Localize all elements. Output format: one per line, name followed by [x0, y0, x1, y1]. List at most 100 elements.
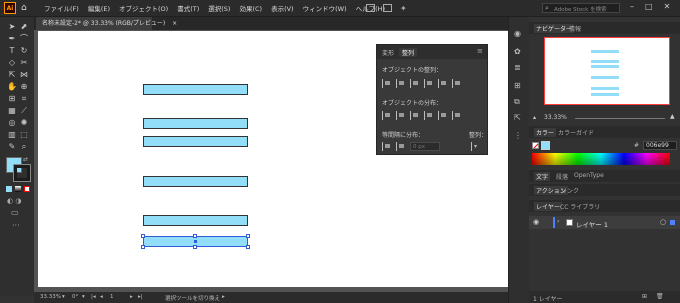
prev-artboard-icon[interactable]: ◂	[100, 294, 103, 300]
selection-arrow-icon[interactable]: ➤	[7, 22, 17, 32]
rotate-icon[interactable]: ↻	[19, 46, 29, 56]
blend-icon[interactable]: ◎	[7, 118, 17, 128]
draw-mode-icon[interactable]: ◐ ◑	[7, 197, 21, 205]
first-artboard-icon[interactable]: |◂	[91, 294, 96, 300]
close-tab-icon[interactable]: ×	[172, 20, 177, 27]
tab-paragraph[interactable]: 段落	[556, 172, 568, 181]
maximize-icon[interactable]: □	[645, 2, 653, 11]
symbol-sprayer-icon[interactable]: ✺	[19, 118, 29, 128]
libraries-icon[interactable]: ✿	[514, 47, 521, 56]
tab-opentype[interactable]: OpenType	[574, 172, 604, 179]
align-to-dropdown-icon[interactable]: ▾	[471, 142, 486, 151]
distribute-top-icon[interactable]	[382, 111, 391, 120]
pen-icon[interactable]: ✒	[7, 34, 17, 44]
transform-icon[interactable]: ⋮	[514, 131, 522, 140]
distribute-vcenter-icon[interactable]	[396, 111, 405, 120]
zoom-slider[interactable]	[575, 118, 665, 119]
menu-effect[interactable]: 効果(C)	[239, 3, 262, 13]
spacing-input[interactable]: 0 px	[410, 142, 440, 151]
zoom-level[interactable]: 33.33%	[40, 294, 61, 300]
shape-builder-icon[interactable]: ⊕	[19, 82, 29, 92]
export-icon[interactable]: ⇱	[514, 113, 521, 122]
layer-name[interactable]: レイヤー 1	[576, 219, 608, 229]
rectangle-1[interactable]	[143, 84, 248, 95]
delete-layer-icon[interactable]: 🗑	[656, 293, 664, 300]
stock-search-input[interactable]: ⌕ Adobe Stock を検索	[542, 3, 620, 13]
properties-icon[interactable]: ◉	[514, 29, 521, 38]
brushes-icon[interactable]: ⧉	[514, 97, 520, 107]
visibility-eye-icon[interactable]: ◉	[533, 218, 539, 226]
column-graph-icon[interactable]: ▥	[7, 130, 17, 140]
selection-handle[interactable]	[246, 234, 250, 238]
layer-target-icon[interactable]: ○	[660, 218, 666, 226]
menu-select[interactable]: 選択(S)	[208, 3, 230, 13]
distribute-right-icon[interactable]	[452, 111, 461, 120]
curvature-icon[interactable]: ⌒	[19, 34, 29, 44]
selection-handle[interactable]	[193, 234, 197, 238]
menu-window[interactable]: ウィンドウ(W)	[303, 3, 347, 13]
align-vcenter-icon[interactable]	[438, 79, 447, 88]
close-window-icon[interactable]: ✕	[664, 2, 671, 11]
swap-fill-stroke-icon[interactable]: ⇄	[23, 156, 28, 163]
distribute-left-icon[interactable]	[424, 111, 433, 120]
gpu-rocket-icon[interactable]: ✦	[400, 4, 407, 13]
selection-handle[interactable]	[141, 245, 145, 249]
tab-cc-libraries[interactable]: CC ライブラリ	[560, 202, 600, 211]
selection-handle[interactable]	[193, 245, 197, 249]
home-icon[interactable]: ⌂	[21, 3, 31, 13]
rotation-angle[interactable]: 0°	[72, 294, 78, 300]
align-top-icon[interactable]	[424, 79, 433, 88]
edit-toolbar-icon[interactable]: ···	[12, 221, 20, 230]
layer-row[interactable]: ◉ › レイヤー 1 ○	[529, 216, 680, 229]
zoom-icon[interactable]: ⌕	[19, 142, 29, 152]
direct-selection-icon[interactable]: ⬈	[19, 22, 29, 32]
color-spectrum[interactable]	[532, 153, 670, 165]
none-swatch-icon[interactable]	[532, 142, 539, 149]
menu-file[interactable]: ファイル(F)	[44, 3, 79, 13]
new-layer-icon[interactable]: ⊞	[642, 293, 647, 300]
zoom-out-icon[interactable]: ▴	[533, 114, 536, 121]
distribute-bottom-icon[interactable]	[410, 111, 419, 120]
align-hcenter-icon[interactable]	[396, 79, 405, 88]
zoom-dropdown-icon[interactable]: ▾	[62, 294, 65, 300]
menu-view[interactable]: 表示(V)	[271, 3, 294, 13]
tab-color[interactable]: カラー	[534, 128, 557, 137]
minimize-icon[interactable]: –	[630, 2, 634, 11]
tab-info[interactable]: 情報	[569, 24, 581, 33]
tab-transform[interactable]: 変形	[382, 48, 394, 57]
warp-icon[interactable]: ✋	[7, 82, 17, 92]
swatches-icon[interactable]: ⊞	[514, 81, 521, 90]
gradient-icon[interactable]: ▦	[7, 106, 17, 116]
scissors-icon[interactable]: ✂	[19, 58, 29, 68]
artboard-number[interactable]: 1	[110, 294, 114, 300]
stroke-swatch[interactable]	[13, 164, 31, 182]
tab-navigator[interactable]: ナビゲーター	[534, 24, 575, 33]
mesh-icon[interactable]: ⌗	[19, 94, 29, 104]
distribute-hcenter-icon[interactable]	[438, 111, 447, 120]
layers-strip-icon[interactable]: ≣	[514, 63, 521, 72]
eraser-icon[interactable]: ◇	[7, 58, 17, 68]
zoom-in-icon[interactable]: ▲	[670, 113, 675, 120]
menu-type[interactable]: 書式(T)	[177, 3, 199, 13]
workspace-switcher-icon[interactable]	[366, 4, 375, 12]
perspective-icon[interactable]: ⊞	[7, 94, 17, 104]
tab-character[interactable]: 文字	[534, 172, 551, 181]
tab-layers[interactable]: レイヤー	[534, 202, 562, 211]
artboard-icon[interactable]: ⬚	[19, 130, 29, 140]
next-artboard-icon[interactable]: ▸	[130, 294, 133, 300]
align-right-icon[interactable]	[410, 79, 419, 88]
slice-icon[interactable]: ✎	[7, 142, 17, 152]
eyedropper-icon[interactable]: ⟋	[19, 106, 29, 116]
fill-color-swatch[interactable]	[541, 141, 550, 150]
tab-align[interactable]: 整列	[399, 48, 418, 57]
rectangle-4[interactable]	[143, 176, 248, 187]
rotation-dropdown-icon[interactable]: ▾	[82, 294, 85, 300]
type-icon[interactable]: T	[7, 46, 17, 56]
rectangle-2[interactable]	[143, 118, 248, 129]
selection-handle[interactable]	[246, 245, 250, 249]
scale-icon[interactable]: ⇱	[7, 70, 17, 80]
document-tab[interactable]: 名称未設定-2* @ 33.33% (RGB/プレビュー) ×	[36, 17, 177, 30]
last-artboard-icon[interactable]: ▸|	[138, 294, 143, 300]
menu-edit[interactable]: 編集(E)	[88, 3, 110, 13]
menu-object[interactable]: オブジェクト(O)	[119, 3, 168, 13]
